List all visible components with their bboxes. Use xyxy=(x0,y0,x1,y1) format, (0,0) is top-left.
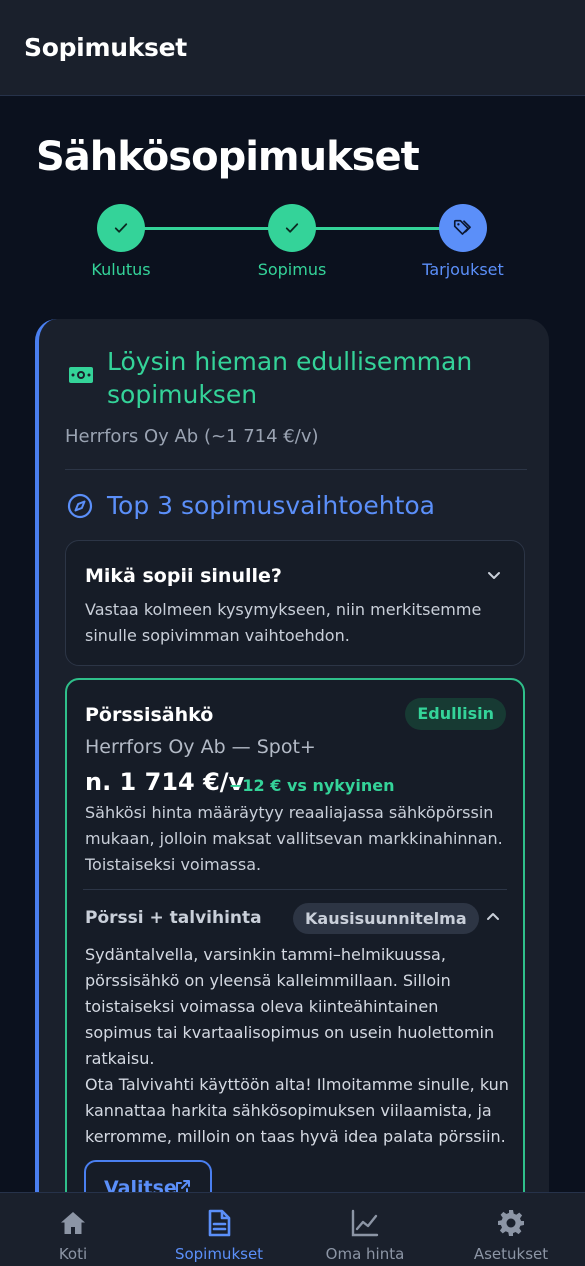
document-icon xyxy=(203,1207,235,1243)
offer-price-difference: −12 € vs nykyinen xyxy=(229,776,395,795)
nav-label-sopimukset: Sopimukset xyxy=(174,1245,264,1263)
tags-icon xyxy=(453,219,471,235)
home-icon xyxy=(57,1207,89,1243)
stepper-connector-1 xyxy=(140,227,280,230)
step-kulutus[interactable] xyxy=(97,204,145,252)
offer-card: Pörssisähkö Edullisin Herrfors Oy Ab — S… xyxy=(65,678,525,1238)
quiz-accordion[interactable]: Mikä sopii sinulle? Vastaa kolmeen kysym… xyxy=(65,540,525,666)
result-subtitle: Herrfors Oy Ab (~1 714 €/v) xyxy=(65,426,319,447)
recommendation-card: Löysin hieman edullisemman sopimuksen He… xyxy=(35,319,549,1238)
offer-description: Sähkösi hinta määräytyy reaaliajassa säh… xyxy=(85,803,503,874)
divider xyxy=(83,889,507,890)
plan-paragraph-2: Ota Talvivahti käyttöön alta! Ilmoitamme… xyxy=(85,1075,509,1146)
nav-item-oma-hinta[interactable]: Oma hinta xyxy=(292,1193,438,1266)
top3-title: Top 3 sopimusvaihtoehtoa xyxy=(107,491,435,520)
money-icon xyxy=(68,366,94,388)
bottom-navigation: Koti Sopimukset Oma hinta Asetukset xyxy=(0,1192,585,1266)
app-bar: Sopimukset xyxy=(0,0,585,96)
result-title: Löysin hieman edullisemman sopimuksen xyxy=(107,347,473,409)
plan-badge: Kausisuunnitelma xyxy=(293,903,479,934)
step-sopimus[interactable] xyxy=(268,204,316,252)
plan-title[interactable]: Pörssi + talvihinta xyxy=(85,908,262,928)
step-label-tarjoukset: Tarjoukset xyxy=(422,260,504,279)
chart-line-icon xyxy=(349,1207,381,1243)
offer-provider: Herrfors Oy Ab — Spot+ xyxy=(85,736,316,758)
gear-icon xyxy=(495,1207,527,1243)
stepper-connector-2 xyxy=(310,227,450,230)
page-title: Sähkösopimukset xyxy=(36,134,420,180)
step-tarjoukset[interactable] xyxy=(439,204,487,252)
check-icon xyxy=(285,223,299,233)
divider xyxy=(65,469,527,470)
chevron-down-icon[interactable] xyxy=(486,567,502,587)
nav-item-sopimukset[interactable]: Sopimukset xyxy=(146,1193,292,1266)
chevron-up-icon[interactable] xyxy=(485,909,501,929)
quiz-text: Vastaa kolmeen kysymykseen, niin merkits… xyxy=(85,600,482,645)
cheapest-badge: Edullisin xyxy=(405,698,506,730)
nav-label-asetukset: Asetukset xyxy=(473,1245,549,1263)
plan-paragraph-1: Sydäntalvella, varsinkin tammi–helmikuus… xyxy=(85,945,495,1068)
check-icon xyxy=(114,223,128,233)
offer-price: n. 1 714 €/v xyxy=(85,768,245,796)
app-bar-title: Sopimukset xyxy=(24,33,187,62)
step-label-kulutus: Kulutus xyxy=(91,260,151,279)
nav-item-asetukset[interactable]: Asetukset xyxy=(438,1193,584,1266)
compass-icon xyxy=(67,493,93,523)
quiz-title: Mikä sopii sinulle? xyxy=(85,565,282,587)
offer-name: Pörssisähkö xyxy=(85,704,214,726)
nav-label-koti: Koti xyxy=(58,1245,88,1263)
nav-item-koti[interactable]: Koti xyxy=(0,1193,146,1266)
step-label-sopimus: Sopimus xyxy=(257,260,327,279)
nav-label-oma-hinta: Oma hinta xyxy=(325,1245,405,1263)
